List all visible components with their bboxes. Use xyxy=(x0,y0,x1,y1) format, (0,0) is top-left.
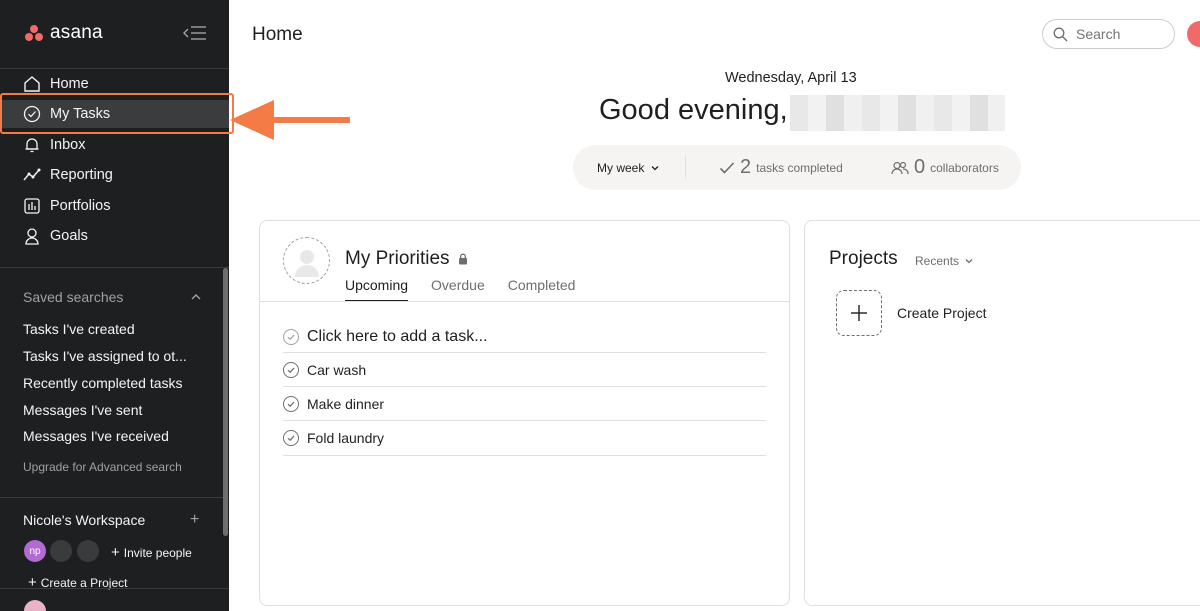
sidebar: asana Home My Tasks Inbox Reporting Port… xyxy=(0,0,229,611)
stats-bar: My week 2 tasks completed 0 collaborator… xyxy=(573,145,1021,190)
tasks-completed-stat: 2 tasks completed xyxy=(719,156,843,179)
arrow-left-icon xyxy=(230,100,350,140)
check-circle-icon[interactable] xyxy=(283,361,299,378)
saved-search-item[interactable]: Tasks I've assigned to ot... xyxy=(23,348,187,364)
create-project-label[interactable]: Create Project xyxy=(897,305,986,321)
recents-label: Recents xyxy=(915,254,960,268)
logo-text: asana xyxy=(50,22,103,43)
sidebar-item-label: Reporting xyxy=(50,167,113,183)
page-title: Home xyxy=(252,24,303,45)
user-avatar-icon[interactable] xyxy=(283,237,330,284)
greeting-text: Good evening, xyxy=(599,94,788,126)
task-row[interactable]: Fold laundry xyxy=(283,421,766,456)
divider xyxy=(260,301,789,302)
saved-search-item[interactable]: Messages I've sent xyxy=(23,402,142,418)
asana-logo-icon xyxy=(24,24,44,42)
sidebar-item-portfolios[interactable]: Portfolios xyxy=(0,192,229,220)
collaborators-label: collaborators xyxy=(930,160,999,175)
plus-icon xyxy=(851,305,867,321)
check-circle-icon[interactable] xyxy=(283,430,299,446)
recents-dropdown[interactable]: Recents xyxy=(915,254,974,268)
priorities-tabs: Upcoming Overdue Completed xyxy=(345,277,575,302)
portfolio-icon xyxy=(22,196,42,216)
bell-icon xyxy=(22,135,42,155)
redacted-name xyxy=(790,95,1005,131)
plus-icon: + xyxy=(111,544,120,561)
search-box[interactable] xyxy=(1042,19,1175,49)
divider xyxy=(0,588,229,589)
divider xyxy=(0,267,229,268)
sidebar-item-inbox[interactable]: Inbox xyxy=(0,131,229,159)
sidebar-scrollbar[interactable] xyxy=(223,268,228,536)
add-button[interactable] xyxy=(1187,21,1200,47)
invite-label: Invite people xyxy=(123,546,192,560)
chevron-up-icon[interactable] xyxy=(190,291,202,303)
avatar[interactable] xyxy=(24,600,46,611)
sidebar-item-label: Inbox xyxy=(50,137,86,153)
current-date: Wednesday, April 13 xyxy=(725,70,857,86)
saved-searches-heading[interactable]: Saved searches xyxy=(23,289,123,305)
person-icon xyxy=(22,226,42,246)
divider xyxy=(0,68,229,69)
workspace-name[interactable]: Nicole's Workspace xyxy=(23,512,145,528)
priorities-title-text: My Priorities xyxy=(345,248,450,269)
tab-overdue[interactable]: Overdue xyxy=(431,277,485,302)
plus-icon[interactable]: + xyxy=(190,512,199,528)
asana-logo[interactable]: asana xyxy=(24,22,103,44)
projects-title: Projects xyxy=(829,248,898,269)
task-row[interactable]: Make dinner xyxy=(283,387,766,421)
avatar-placeholder xyxy=(50,540,72,562)
collaborators-count: 0 xyxy=(914,156,926,178)
people-icon xyxy=(891,161,909,174)
check-circle-icon[interactable] xyxy=(283,395,299,412)
tasks-label: tasks completed xyxy=(756,160,843,175)
saved-search-item[interactable]: Messages I've received xyxy=(23,428,169,444)
lock-icon xyxy=(458,253,467,265)
sidebar-item-label: Home xyxy=(50,76,89,92)
tab-completed[interactable]: Completed xyxy=(508,277,576,302)
invite-people-button[interactable]: + Invite people xyxy=(111,544,192,561)
saved-search-item[interactable]: Tasks I've created xyxy=(23,321,135,337)
home-icon xyxy=(22,74,42,94)
avatar[interactable]: np xyxy=(24,540,46,562)
check-circle-icon xyxy=(283,328,299,345)
task-name: Make dinner xyxy=(307,395,385,412)
sidebar-item-label: Goals xyxy=(50,228,88,244)
divider xyxy=(0,497,229,498)
sidebar-item-reporting[interactable]: Reporting xyxy=(0,161,229,189)
tasks-count: 2 xyxy=(740,156,752,178)
saved-search-item[interactable]: Recently completed tasks xyxy=(23,375,183,391)
priorities-title: My Priorities xyxy=(345,248,468,270)
divider xyxy=(685,156,686,179)
checkmark-icon xyxy=(719,161,735,174)
chevron-down-icon xyxy=(965,259,973,264)
my-tasks-highlight xyxy=(0,93,234,134)
avatar-placeholder xyxy=(77,540,99,562)
tab-upcoming[interactable]: Upcoming xyxy=(345,277,409,302)
chevron-down-icon xyxy=(651,165,659,170)
add-task-row[interactable]: Click here to add a task... xyxy=(283,321,766,353)
collaborators-stat: 0 collaborators xyxy=(891,156,999,179)
my-priorities-card: My Priorities Upcoming Overdue Completed… xyxy=(259,220,790,606)
add-task-prompt: Click here to add a task... xyxy=(307,327,488,345)
task-name: Car wash xyxy=(307,361,367,378)
task-row[interactable]: Car wash xyxy=(283,353,766,387)
search-icon xyxy=(1053,27,1068,41)
projects-card: Projects Recents Create Project xyxy=(804,220,1200,606)
period-label: My week xyxy=(597,160,645,175)
search-input[interactable] xyxy=(1076,26,1166,42)
trend-line-icon xyxy=(22,165,42,185)
upgrade-link[interactable]: Upgrade for Advanced search xyxy=(23,460,182,474)
collapse-sidebar-icon[interactable] xyxy=(183,24,207,42)
period-dropdown[interactable]: My week xyxy=(597,161,660,175)
create-project-button[interactable] xyxy=(836,290,882,336)
task-name: Fold laundry xyxy=(307,430,385,446)
sidebar-item-goals[interactable]: Goals xyxy=(0,222,229,250)
sidebar-item-label: Portfolios xyxy=(50,198,111,214)
